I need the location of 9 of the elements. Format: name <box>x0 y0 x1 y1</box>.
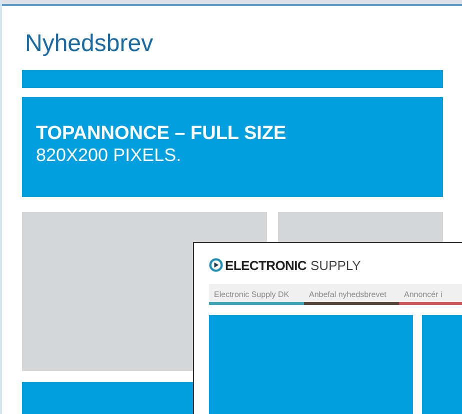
nav-tab[interactable]: Anbefal nyhedsbrevet <box>304 284 399 305</box>
page-title: Nyhedsbrev <box>24 29 154 59</box>
logo-text: SUPPLY <box>310 258 361 272</box>
nav-tab[interactable]: Electronic Supply DK <box>209 284 304 305</box>
banner-size: 820X200 PIXELS. <box>36 144 182 166</box>
logo-text: ELECTRONIC <box>225 258 307 272</box>
banner-heading: TOPANNONCE – FULL SIZE <box>36 124 288 144</box>
nav-tab[interactable]: Annoncér i <box>399 284 462 305</box>
logo-icon <box>209 258 223 272</box>
